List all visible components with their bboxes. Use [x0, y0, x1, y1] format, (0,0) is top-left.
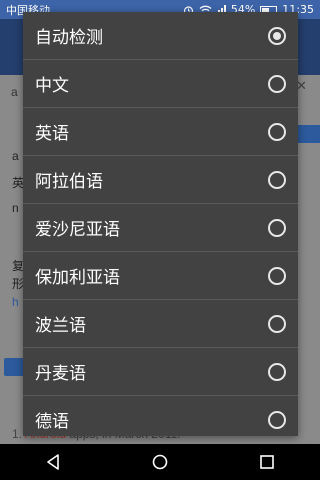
background-text: n — [12, 201, 19, 215]
radio-button[interactable] — [268, 122, 286, 141]
navigation-bar — [0, 444, 320, 480]
language-option-german[interactable]: 德语 — [23, 396, 298, 436]
language-option-polish[interactable]: 波兰语 — [23, 300, 298, 348]
language-option-chinese[interactable]: 中文 — [23, 60, 298, 108]
radio-button[interactable] — [268, 266, 286, 285]
radio-button[interactable] — [268, 218, 286, 237]
option-label: 自动检测 — [35, 28, 103, 48]
radio-button[interactable] — [268, 26, 286, 45]
language-option-bulgarian[interactable]: 保加利亚语 — [23, 252, 298, 300]
option-label: 丹麦语 — [35, 364, 86, 384]
option-label: 英语 — [35, 124, 69, 144]
language-option-english[interactable]: 英语 — [23, 108, 298, 156]
language-option-arabic[interactable]: 阿拉伯语 — [23, 156, 298, 204]
language-option-estonian[interactable]: 爱沙尼亚语 — [23, 204, 298, 252]
option-label: 德语 — [35, 412, 69, 432]
example-tag — [4, 358, 24, 376]
radio-button[interactable] — [268, 74, 286, 93]
radio-button[interactable] — [268, 170, 286, 189]
language-select-dialog: 自动检测 中文 英语 阿拉伯语 爱沙尼亚语 保加利亚语 波兰语 丹麦语 德语 — [23, 12, 298, 436]
radio-button[interactable] — [268, 362, 286, 381]
home-icon[interactable] — [140, 447, 180, 477]
option-label: 波兰语 — [35, 316, 86, 336]
option-label: 爱沙尼亚语 — [35, 220, 120, 240]
sentence-number: 1. — [12, 427, 23, 441]
back-icon[interactable] — [33, 447, 73, 477]
option-label: 保加利亚语 — [35, 268, 120, 288]
language-option-danish[interactable]: 丹麦语 — [23, 348, 298, 396]
radio-button[interactable] — [268, 410, 286, 429]
option-label: 阿拉伯语 — [35, 172, 103, 192]
background-link: h — [12, 295, 19, 309]
battery-fill — [262, 7, 270, 12]
background-text: a — [12, 149, 19, 163]
option-label: 中文 — [35, 76, 69, 96]
recents-icon[interactable] — [247, 447, 287, 477]
language-option-auto-detect[interactable]: 自动检测 — [23, 12, 298, 60]
radio-button[interactable] — [268, 314, 286, 333]
